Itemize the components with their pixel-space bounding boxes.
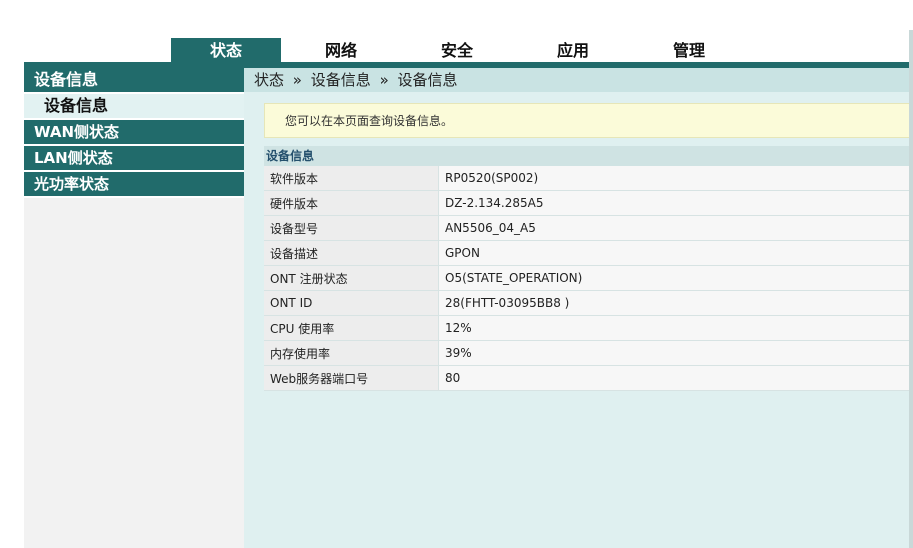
row-value: 39% (438, 340, 909, 366)
table-row: Web服务器端口号 80 (264, 365, 909, 391)
row-value: O5(STATE_OPERATION) (438, 265, 909, 291)
sidebar-item-lan-status[interactable]: LAN侧状态 (24, 146, 244, 172)
breadcrumb-item: 设备信息 (310, 71, 371, 89)
row-label: 软件版本 (264, 166, 439, 191)
breadcrumb-separator: » (379, 71, 389, 89)
right-edge-divider (909, 30, 913, 548)
sidebar-item-optical-power-status[interactable]: 光功率状态 (24, 172, 244, 198)
table-row: 内存使用率 39% (264, 340, 909, 366)
table-row: 软件版本 RP0520(SP002) (264, 166, 909, 191)
row-label: 设备型号 (264, 215, 439, 241)
table-row: 硬件版本 DZ-2.134.285A5 (264, 190, 909, 216)
row-label: ONT ID (264, 290, 439, 316)
breadcrumb-item: 设备信息 (397, 71, 458, 89)
main-content: 状态 » 设备信息 » 设备信息 您可以在本页面查询设备信息。 设备信息 软件版… (244, 68, 909, 548)
row-value: DZ-2.134.285A5 (438, 190, 909, 216)
sidebar-item-wan-status[interactable]: WAN侧状态 (24, 120, 244, 146)
row-value: 12% (438, 315, 909, 341)
breadcrumb-item: 状态 (254, 71, 285, 89)
row-label: Web服务器端口号 (264, 365, 439, 391)
row-value: AN5506_04_A5 (438, 215, 909, 241)
row-label: 设备描述 (264, 240, 439, 266)
tab-network[interactable]: 网络 (286, 38, 396, 62)
row-label: 硬件版本 (264, 190, 439, 216)
device-info-table: 软件版本 RP0520(SP002) 硬件版本 DZ-2.134.285A5 设备型… (264, 166, 909, 391)
breadcrumb-separator: » (292, 71, 302, 89)
row-value: 80 (438, 365, 909, 391)
sidebar: 设备信息 设备信息 WAN侧状态 LAN侧状态 光功率状态 (24, 68, 244, 548)
row-label: CPU 使用率 (264, 315, 439, 341)
row-value: GPON (438, 240, 909, 266)
tab-status[interactable]: 状态 (171, 38, 281, 62)
tab-application[interactable]: 应用 (518, 38, 628, 62)
tab-security[interactable]: 安全 (402, 38, 512, 62)
table-row: 设备描述 GPON (264, 240, 909, 266)
section-title: 设备信息 (264, 146, 909, 166)
table-row: 设备型号 AN5506_04_A5 (264, 215, 909, 241)
sidebar-item-device-info[interactable]: 设备信息 (24, 94, 244, 120)
row-label: ONT 注册状态 (264, 265, 439, 291)
sidebar-section-device-info[interactable]: 设备信息 (24, 68, 244, 94)
tab-management[interactable]: 管理 (634, 38, 744, 62)
breadcrumb: 状态 » 设备信息 » 设备信息 (244, 68, 909, 92)
table-row: CPU 使用率 12% (264, 315, 909, 341)
row-value: 28(FHTT-03095BB8 ) (438, 290, 909, 316)
top-navigation: 状态 网络 安全 应用 管理 (0, 0, 913, 68)
info-notice: 您可以在本页面查询设备信息。 (264, 103, 909, 138)
table-row: ONT ID 28(FHTT-03095BB8 ) (264, 290, 909, 316)
row-value: RP0520(SP002) (438, 166, 909, 191)
table-row: ONT 注册状态 O5(STATE_OPERATION) (264, 265, 909, 291)
row-label: 内存使用率 (264, 340, 439, 366)
